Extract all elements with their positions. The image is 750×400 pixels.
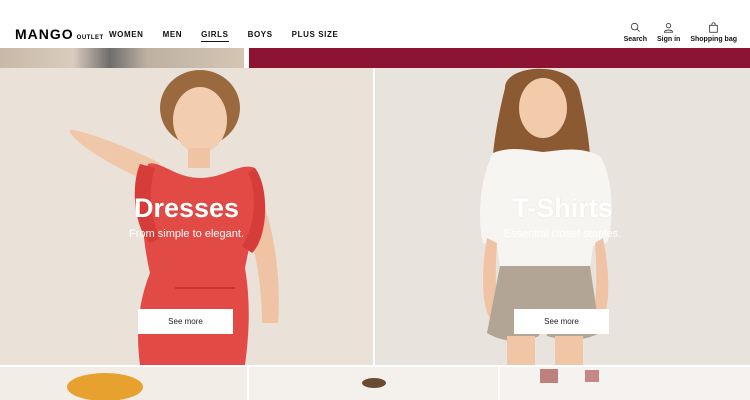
nav-item-girls[interactable]: GIRLS bbox=[201, 30, 229, 42]
partial-photo-2 bbox=[362, 378, 386, 388]
user-icon bbox=[664, 23, 674, 33]
sign-in-button[interactable]: Sign in bbox=[657, 22, 680, 43]
brand-sub: OUTLET bbox=[76, 35, 104, 41]
banner-color-partial[interactable] bbox=[249, 48, 750, 68]
brand-logo[interactable]: MANGO OUTLET bbox=[15, 26, 104, 42]
brand-name: MANGO bbox=[15, 26, 74, 42]
main-nav: WOMEN MEN GIRLS BOYS PLUS SIZE bbox=[109, 30, 357, 42]
see-more-button-tshirts[interactable]: See more bbox=[514, 309, 609, 334]
shopping-bag-button[interactable]: Shopping bag bbox=[690, 22, 737, 43]
nav-item-men[interactable]: MEN bbox=[163, 30, 183, 42]
tile-title-dresses: Dresses bbox=[133, 193, 240, 223]
category-tile-partial-2[interactable] bbox=[249, 367, 498, 400]
search-button[interactable]: Search bbox=[624, 22, 647, 43]
category-tile-tshirts[interactable]: T-Shirts Essential closet staples. See m… bbox=[375, 68, 750, 365]
nav-item-boys[interactable]: BOYS bbox=[248, 30, 273, 42]
partial-photo-1 bbox=[67, 373, 143, 400]
category-tile-dresses[interactable]: Dresses From simple to elegant. See more bbox=[0, 68, 373, 365]
page: MANGO OUTLET WOMEN MEN GIRLS BOYS PLUS S… bbox=[0, 0, 750, 400]
sign-in-label: Sign in bbox=[656, 36, 681, 43]
site-header: MANGO OUTLET WOMEN MEN GIRLS BOYS PLUS S… bbox=[0, 0, 750, 48]
tile-subtitle-tshirts: Essential closet staples. bbox=[503, 228, 622, 240]
tile-subtitle-dresses: From simple to elegant. bbox=[129, 228, 244, 240]
see-more-button-dresses[interactable]: See more bbox=[138, 309, 233, 334]
header-actions: Search Sign in Shopping bag bbox=[624, 22, 737, 43]
nav-item-women[interactable]: WOMEN bbox=[109, 30, 144, 42]
shopping-bag-icon bbox=[709, 22, 718, 33]
tile-title-tshirts: T-Shirts bbox=[512, 193, 613, 223]
category-tile-partial-1[interactable] bbox=[0, 367, 247, 400]
category-tile-partial-3[interactable] bbox=[500, 367, 750, 400]
search-icon bbox=[630, 22, 640, 32]
nav-item-plus-size[interactable]: PLUS SIZE bbox=[292, 30, 339, 42]
shopping-bag-label: Shopping bag bbox=[690, 36, 737, 43]
search-label: Search bbox=[623, 36, 647, 43]
banner-image-partial[interactable] bbox=[0, 48, 244, 68]
partial-photo-3 bbox=[500, 367, 750, 400]
